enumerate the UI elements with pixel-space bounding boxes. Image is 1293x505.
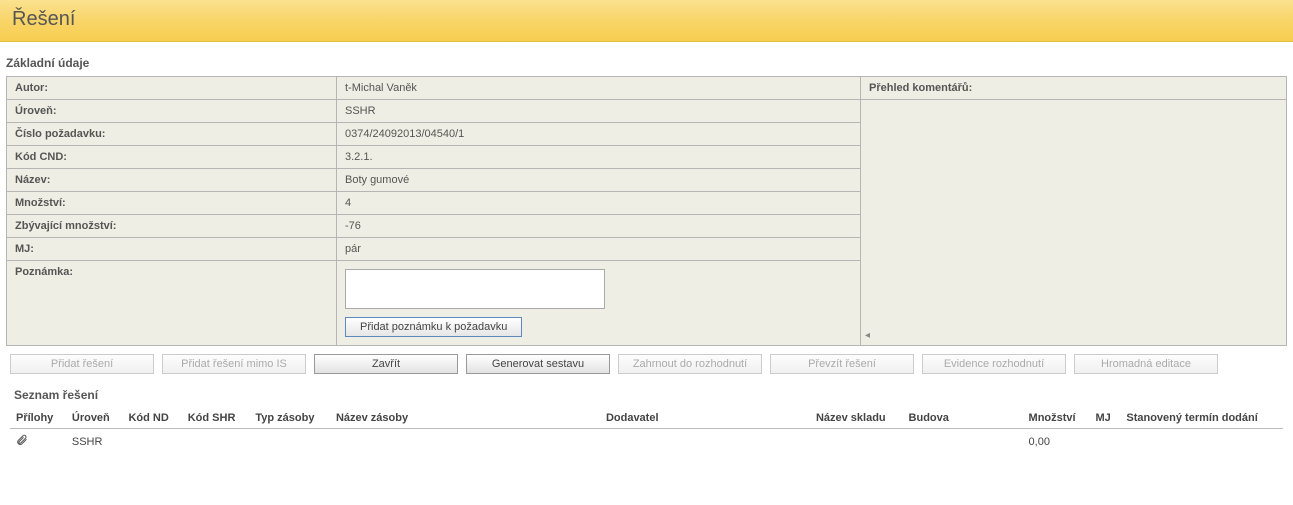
main-panel: Autor: t-Michal Vaněk Úroveň: SSHR Číslo… xyxy=(6,76,1287,346)
table-row[interactable]: SSHR 0,00 xyxy=(10,429,1283,455)
basic-section-title: Základní údaje xyxy=(0,42,1293,76)
autor-label: Autor: xyxy=(7,77,337,99)
cell-mnozstvi: 0,00 xyxy=(1023,429,1090,455)
solutions-header-row: Přílohy Úroveň Kód ND Kód SHR Typ zásoby… xyxy=(10,408,1283,429)
col-typzasoby[interactable]: Typ zásoby xyxy=(249,408,330,429)
zbyv-label: Zbývající množství: xyxy=(7,215,337,237)
uroven-label: Úroveň: xyxy=(7,100,337,122)
mnozstvi-value: 4 xyxy=(337,192,860,214)
poznamka-label: Poznámka: xyxy=(7,261,337,345)
zbyv-value: -76 xyxy=(337,215,860,237)
nazev-label: Název: xyxy=(7,169,337,191)
prevzit-button[interactable]: Převzít řešení xyxy=(770,354,914,374)
zavrit-button[interactable]: Zavřít xyxy=(314,354,458,374)
col-nazevskladu[interactable]: Název skladu xyxy=(810,408,903,429)
zahrnout-button[interactable]: Zahrnout do rozhodnutí xyxy=(618,354,762,374)
col-mnozstvi[interactable]: Množství xyxy=(1023,408,1090,429)
attachment-icon[interactable] xyxy=(16,438,28,450)
cell-typzasoby xyxy=(249,429,330,455)
cislo-label: Číslo požadavku: xyxy=(7,123,337,145)
evidence-button[interactable]: Evidence rozhodnutí xyxy=(922,354,1066,374)
col-termin[interactable]: Stanovený termín dodání xyxy=(1120,408,1283,429)
cell-termin xyxy=(1120,429,1283,455)
page-title: Řešení xyxy=(12,8,1281,31)
hromadna-button[interactable]: Hromadná editace xyxy=(1074,354,1218,374)
uroven-value: SSHR xyxy=(337,100,860,122)
scroll-left-icon[interactable]: ◂ xyxy=(865,330,870,341)
action-button-row: Přidat řešení Přidat řešení mimo IS Zavř… xyxy=(0,346,1293,378)
mnozstvi-label: Množství: xyxy=(7,192,337,214)
cell-nazevskladu xyxy=(810,429,903,455)
col-uroven[interactable]: Úroveň xyxy=(66,408,123,429)
add-note-button[interactable]: Přidat poznámku k požadavku xyxy=(345,317,522,337)
cislo-value: 0374/24092013/04540/1 xyxy=(337,123,860,145)
poznamka-cell: Přidat poznámku k požadavku xyxy=(337,261,860,345)
kodcnd-label: Kód CND: xyxy=(7,146,337,168)
cell-mj xyxy=(1089,429,1120,455)
solutions-section: Seznam řešení Přílohy Úroveň Kód ND Kód … xyxy=(0,378,1293,454)
solutions-table: Přílohy Úroveň Kód ND Kód SHR Typ zásoby… xyxy=(10,408,1283,454)
cell-uroven: SSHR xyxy=(66,429,123,455)
mj-value: pár xyxy=(337,238,860,260)
kodcnd-value: 3.2.1. xyxy=(337,146,860,168)
pridat-reseni-button[interactable]: Přidat řešení xyxy=(10,354,154,374)
cell-prilohy[interactable] xyxy=(10,429,66,455)
mj-label: MJ: xyxy=(7,238,337,260)
cell-budova xyxy=(903,429,1023,455)
solutions-title: Seznam řešení xyxy=(10,378,1283,408)
col-kodshr[interactable]: Kód SHR xyxy=(182,408,250,429)
col-nazevzasoby[interactable]: Název zásoby xyxy=(330,408,600,429)
comments-panel: Přehled komentářů: ◂ xyxy=(860,77,1286,345)
generovat-button[interactable]: Generovat sestavu xyxy=(466,354,610,374)
basic-data-table: Autor: t-Michal Vaněk Úroveň: SSHR Číslo… xyxy=(7,77,860,345)
col-prilohy[interactable]: Přílohy xyxy=(10,408,66,429)
comments-header: Přehled komentářů: xyxy=(861,77,1286,100)
comments-body: ◂ xyxy=(861,100,1286,345)
col-budova[interactable]: Budova xyxy=(903,408,1023,429)
page-header: Řešení xyxy=(0,0,1293,42)
cell-nazevzasoby xyxy=(330,429,600,455)
autor-value: t-Michal Vaněk xyxy=(337,77,860,99)
pridat-reseni-mimo-button[interactable]: Přidat řešení mimo IS xyxy=(162,354,306,374)
poznamka-input[interactable] xyxy=(345,269,605,309)
col-kodnd[interactable]: Kód ND xyxy=(122,408,181,429)
cell-kodshr xyxy=(182,429,250,455)
col-mj[interactable]: MJ xyxy=(1089,408,1120,429)
cell-kodnd xyxy=(122,429,181,455)
col-dodavatel[interactable]: Dodavatel xyxy=(600,408,810,429)
cell-dodavatel xyxy=(600,429,810,455)
nazev-value: Boty gumové xyxy=(337,169,860,191)
